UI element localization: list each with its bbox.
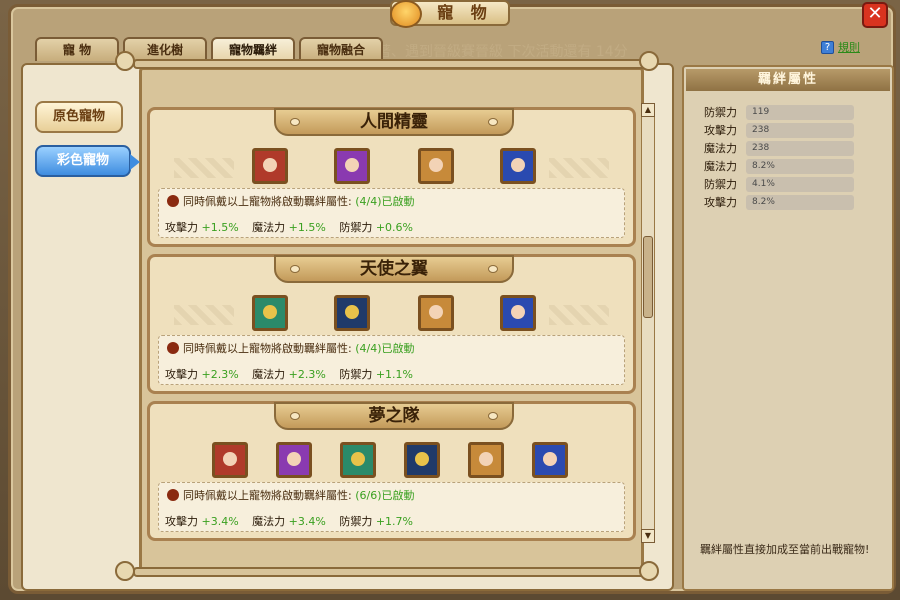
stat-label: 魔法力 — [252, 368, 286, 381]
pink-hair-pet-icon[interactable] — [212, 442, 248, 478]
group-title-banner: 夢之隊 — [274, 402, 514, 430]
marquee-text: 某著、遇到晉級賽晉級 下次活動還有 14分 — [363, 44, 628, 60]
panel-title: 羈絆屬性 — [686, 69, 890, 91]
scroll-down-icon[interactable]: ▼ — [641, 529, 655, 543]
bond-group-angel-wings: 天使之翼 同時佩戴以上寵物將啟動羈絆屬性: (4/4)已啟動 攻擊力 +2.3%… — [147, 254, 636, 394]
fox-pet-icon[interactable] — [418, 295, 454, 331]
group-title: 人間精靈 — [360, 112, 428, 132]
scroll-rod-top — [133, 59, 651, 69]
bond-attributes-panel: 羈絆屬性 防禦力 119 攻擊力 238 魔法力 238 魔法力 8.2% 防禦力 4.1… — [682, 65, 894, 591]
bond-status: (6/6)已啟動 — [355, 489, 415, 502]
ornament-icon — [488, 412, 498, 420]
ornament-icon — [488, 118, 498, 126]
ornament-icon — [290, 118, 300, 126]
stat-value: +1.5% — [288, 221, 326, 234]
blue-hair-pet-icon[interactable] — [532, 442, 568, 478]
scroll-thumb[interactable] — [643, 236, 653, 318]
stat-value: +3.4% — [201, 515, 239, 528]
stat-label: 防禦力 — [339, 515, 373, 528]
group-title-banner: 人間精靈 — [274, 108, 514, 136]
help-icon[interactable]: ? — [821, 40, 834, 54]
bond-note: 同時佩戴以上寵物將啟動羈絆屬性: — [183, 342, 352, 355]
pouch-icon — [167, 489, 179, 501]
original-color-pets-button[interactable]: 原色寵物 — [35, 101, 123, 133]
bond-info-box: 同時佩戴以上寵物將啟動羈絆屬性: (6/6)已啟動 攻擊力 +3.4% 魔法力 … — [158, 482, 625, 532]
fox-pet-icon[interactable] — [418, 148, 454, 184]
bond-note-footer: 羈絆屬性直接加成至當前出戰寵物! — [700, 543, 870, 556]
blue-hair-pet-icon[interactable] — [500, 295, 536, 331]
purple-hair-pet-icon[interactable] — [334, 148, 370, 184]
stat-value: +1.5% — [201, 221, 239, 234]
bond-info-box: 同時佩戴以上寵物將啟動羈絆屬性: (4/4)已啟動 攻擊力 +2.3% 魔法力 … — [158, 335, 625, 385]
stat-value: +1.1% — [375, 368, 414, 381]
stat-value: +3.4% — [288, 515, 326, 528]
bond-note: 同時佩戴以上寵物將啟動羈絆屬性: — [183, 195, 352, 208]
stat-label: 防禦力 — [339, 368, 373, 381]
pet-window: 某著、遇到晉級賽晉級 下次活動還有 14分 寵 物 進化樹 寵物羈絆 寵物融合 … — [8, 4, 896, 594]
bond-group-human-spirit: 人間精靈 同時佩戴以上寵物將啟動羈絆屬性: (4/4)已啟動 攻擊力 +1.5%… — [147, 107, 636, 247]
fox-pet-icon[interactable] — [468, 442, 504, 478]
group-title-banner: 天使之翼 — [274, 255, 514, 283]
bond-status: (4/4)已啟動 — [355, 342, 415, 355]
pet-slots — [150, 442, 633, 482]
stat-value: +0.6% — [375, 221, 414, 234]
navy-bird-pet-icon[interactable] — [334, 295, 370, 331]
green-bird-pet-icon[interactable] — [340, 442, 376, 478]
attribute-row: 攻擊力 238 — [704, 121, 884, 139]
ornament-icon — [488, 265, 498, 273]
attribute-row: 魔法力 238 — [704, 139, 884, 157]
pet-slots — [150, 295, 633, 335]
scroll-rod-bottom — [133, 567, 651, 577]
help-link-group[interactable]: ? 規則 — [821, 39, 860, 55]
stat-value: +1.7% — [375, 515, 414, 528]
pet-slots — [150, 148, 633, 188]
close-button[interactable]: ✕ — [862, 2, 888, 28]
tab-pets[interactable]: 寵 物 — [35, 37, 119, 61]
stat-label: 攻擊力 — [165, 221, 198, 234]
attribute-row: 攻擊力 8.2% — [704, 193, 884, 211]
stat-value: +2.3% — [201, 368, 239, 381]
scroll-pin-br — [639, 561, 659, 581]
navy-bird-pet-icon[interactable] — [404, 442, 440, 478]
tab-evolution-tree[interactable]: 進化樹 — [123, 37, 207, 61]
tab-pet-fusion[interactable]: 寵物融合 — [299, 37, 383, 61]
group-title: 天使之翼 — [360, 259, 428, 279]
ornament-icon — [290, 412, 300, 420]
tab-pet-bond[interactable]: 寵物羈絆 — [211, 37, 295, 61]
purple-hair-pet-icon[interactable] — [276, 442, 312, 478]
stat-label: 魔法力 — [252, 515, 286, 528]
colored-pets-button[interactable]: 彩色寵物 — [35, 145, 140, 177]
attribute-list: 防禦力 119 攻擊力 238 魔法力 238 魔法力 8.2% 防禦力 4.1% 攻擊力… — [704, 103, 884, 211]
bond-status: (4/4)已啟動 — [355, 195, 415, 208]
pet-emblem-icon — [390, 0, 422, 28]
pouch-icon — [167, 195, 179, 207]
scroll-pin-tl — [115, 51, 135, 71]
scroll-up-icon[interactable]: ▲ — [641, 103, 655, 117]
group-title: 夢之隊 — [368, 406, 420, 426]
tab-bar: 寵 物 進化樹 寵物羈絆 寵物融合 — [35, 37, 383, 61]
bond-info-box: 同時佩戴以上寵物將啟動羈絆屬性: (4/4)已啟動 攻擊力 +1.5% 魔法力 … — [158, 188, 625, 238]
blue-hair-pet-icon[interactable] — [500, 148, 536, 184]
scroll-pin-bl — [115, 561, 135, 581]
scroll-pin-tr — [639, 51, 659, 71]
vertical-scrollbar[interactable]: ▲ ▼ — [641, 103, 655, 543]
bond-note: 同時佩戴以上寵物將啟動羈絆屬性: — [183, 489, 352, 502]
ornament-icon — [290, 265, 300, 273]
pouch-icon — [167, 342, 179, 354]
stat-label: 攻擊力 — [165, 368, 198, 381]
rules-link[interactable]: 規則 — [838, 39, 860, 55]
stat-label: 魔法力 — [252, 221, 286, 234]
pink-hair-pet-icon[interactable] — [252, 148, 288, 184]
green-bird-pet-icon[interactable] — [252, 295, 288, 331]
attribute-row: 防禦力 119 — [704, 103, 884, 121]
stat-label: 攻擊力 — [165, 515, 198, 528]
bond-group-dream-team: 夢之隊 同時佩戴以上寵物將啟動羈絆屬性: (6/6)已啟動 攻擊力 +3.4% … — [147, 401, 636, 541]
stat-label: 防禦力 — [339, 221, 373, 234]
stat-value: +2.3% — [288, 368, 326, 381]
attribute-row: 魔法力 8.2% — [704, 157, 884, 175]
attribute-row: 防禦力 4.1% — [704, 175, 884, 193]
